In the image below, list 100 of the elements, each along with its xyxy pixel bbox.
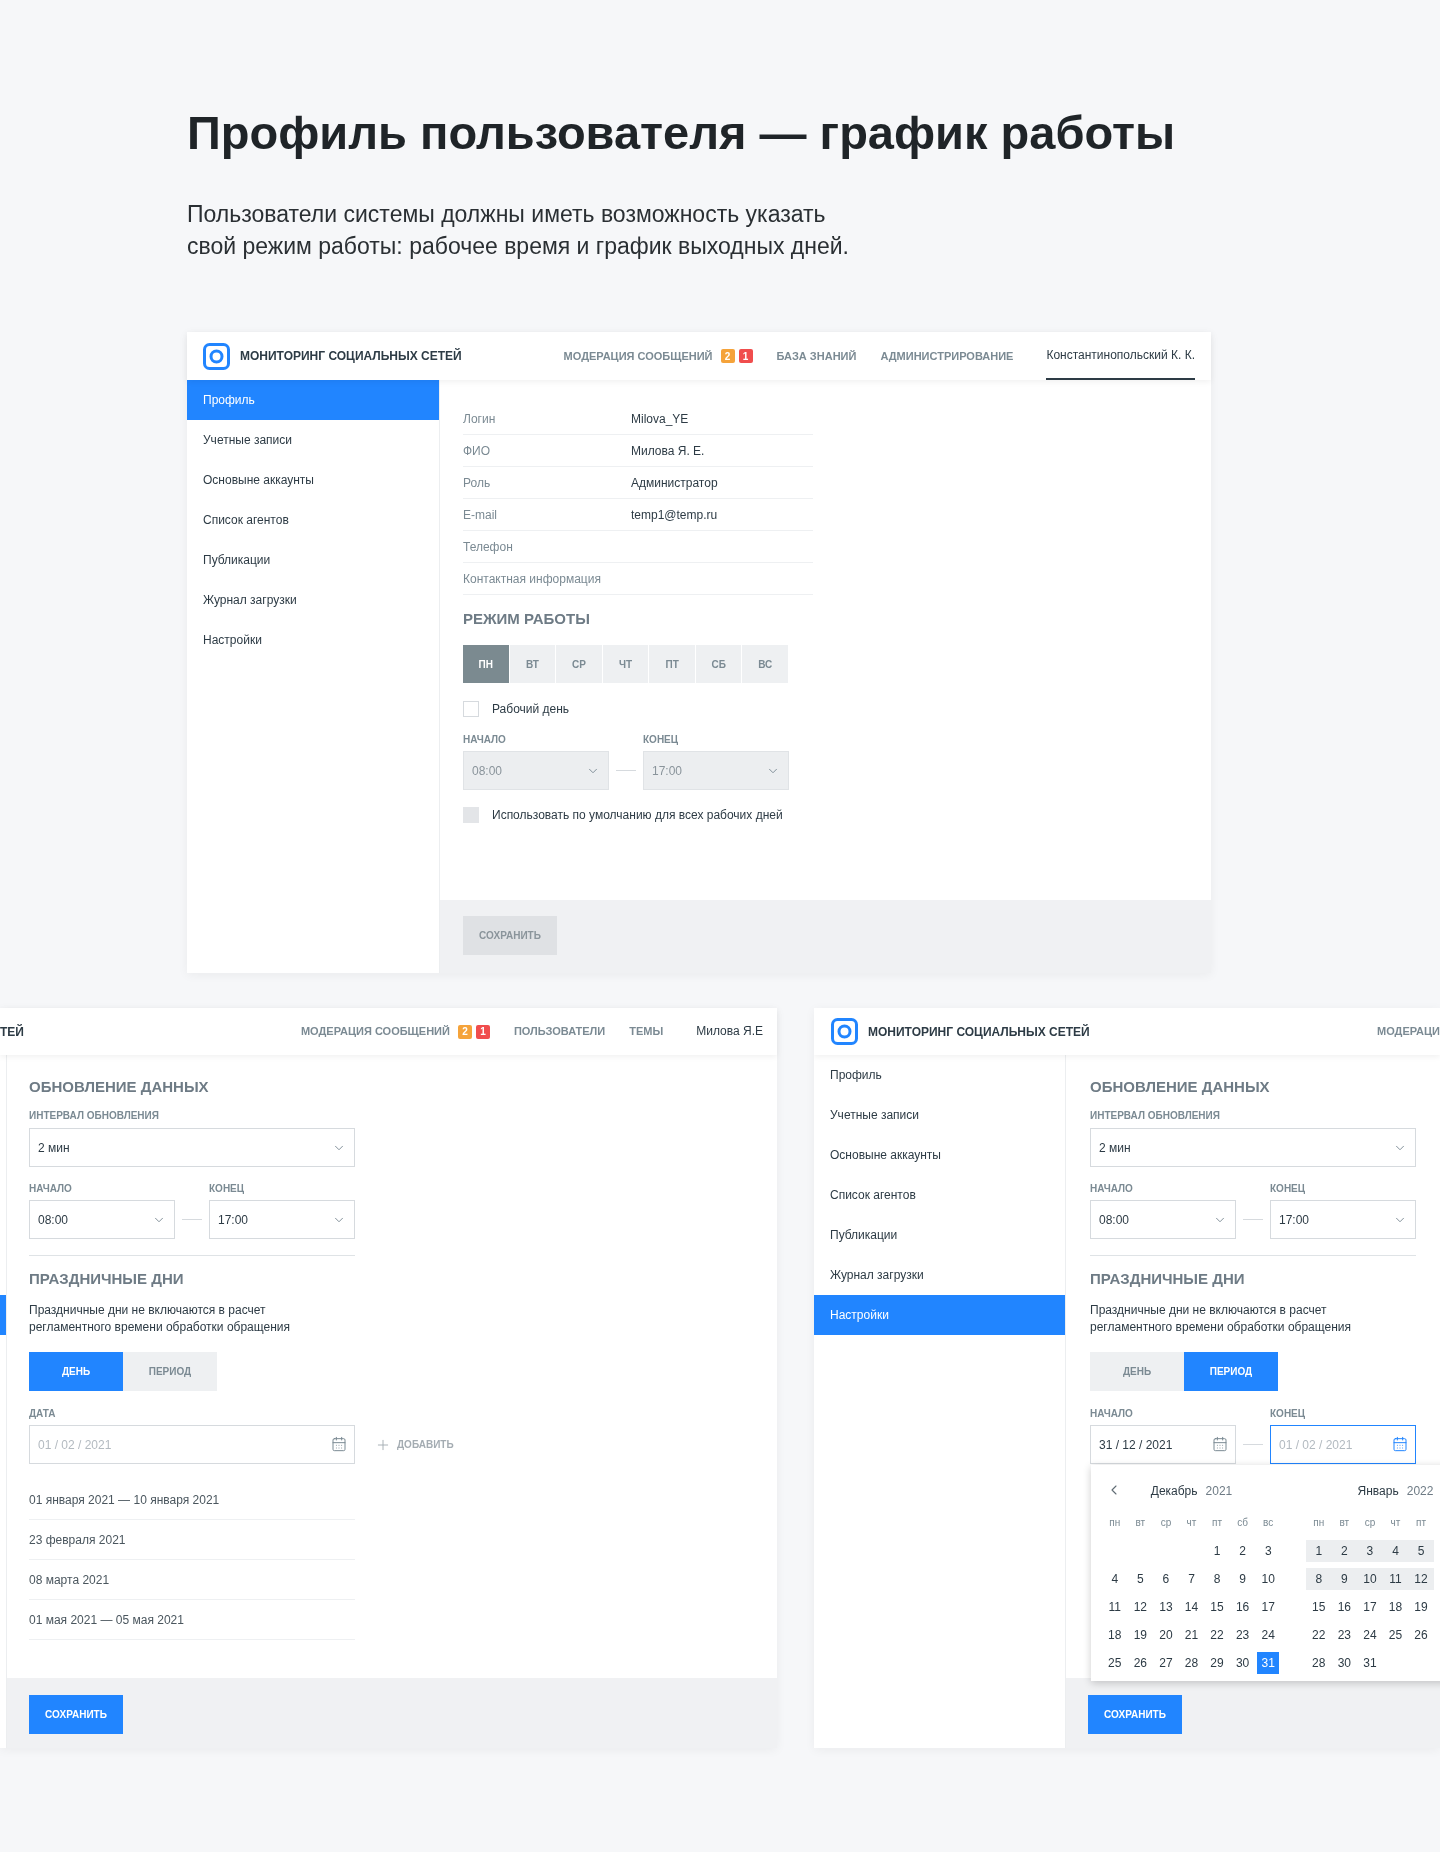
field-label: КОНЕЦ [643,734,680,746]
sidebar-item[interactable]: Настройки [814,1295,1065,1335]
field-label: НАЧАЛО [1090,1408,1134,1420]
sidebar-item[interactable]: Учетные записи [814,1095,1065,1135]
holiday-date: 08 марта 2021 [29,1571,110,1589]
calendar-day[interactable]: 11 [1103,1596,1126,1618]
sidebar-item[interactable]: Настройки [187,620,439,660]
sidebar-item[interactable]: Журнал загрузки [814,1255,1065,1295]
calendar-day[interactable]: 6 [1154,1568,1177,1590]
calendar-day[interactable]: 17 [1358,1596,1381,1618]
calendar-day[interactable]: 16 [1231,1596,1254,1618]
calendar-day[interactable]: 8 [1307,1568,1330,1590]
time-select[interactable]: 08:00 [29,1200,175,1239]
sidebar-item[interactable]: Журнал загрузки [187,580,439,620]
nav-link[interactable]: ПОЛЬЗОВАТЕЛИ [513,1023,606,1040]
calendar-day[interactable]: 13 [1154,1596,1177,1618]
field-label: E-mail [463,506,498,524]
calendar-day[interactable]: 26 [1410,1624,1433,1646]
calendar-day[interactable]: 3 [1358,1540,1381,1562]
calendar-day[interactable]: 2 [1333,1540,1356,1562]
calendar-day[interactable]: 17 [1257,1596,1280,1618]
time-select[interactable]: 17:00 [209,1200,355,1239]
nav-link[interactable]: БАЗА ЗНАНИЙ [776,347,857,365]
calendar-day[interactable]: 11 [1384,1568,1407,1590]
calendar-day[interactable]: 5 [1129,1568,1152,1590]
sidebar-item[interactable]: Основыне аккаунты [187,460,439,500]
weekday-label: пт [1211,1516,1224,1530]
sidebar-item[interactable]: Учетные записи [187,420,439,460]
calendar-day[interactable]: 28 [1307,1652,1330,1674]
calendar-day[interactable]: 10 [1257,1568,1280,1590]
calendar-day[interactable]: 28 [1180,1652,1203,1674]
calendar-day[interactable]: 26 [1129,1652,1152,1674]
calendar-day[interactable]: 24 [1358,1624,1381,1646]
mode-tab[interactable]: ДЕНЬ [29,1352,123,1391]
nav-link[interactable]: ТЕМЫ [629,1023,664,1040]
interval-select[interactable]: 2 мин [1090,1128,1416,1167]
calendar-day[interactable]: 4 [1103,1568,1126,1590]
save-button[interactable]: СОХРАНИТЬ [1088,1695,1182,1734]
calendar-day[interactable]: 15 [1307,1596,1330,1618]
calendar-day[interactable]: 31 [1358,1652,1381,1674]
sidebar-item[interactable]: Публикации [187,540,439,580]
sidebar-item[interactable]: Профиль [187,380,439,420]
calendar-day[interactable]: 1 [1206,1540,1229,1562]
calendar-day[interactable]: 25 [1103,1652,1126,1674]
calendar-day[interactable]: 14 [1180,1596,1203,1618]
calendar-day[interactable]: 4 [1384,1540,1407,1562]
calendar-day[interactable]: 5 [1410,1540,1433,1562]
calendar-day[interactable]: 7 [1180,1568,1203,1590]
save-button[interactable]: СОХРАНИТЬ [29,1695,123,1734]
calendar-day[interactable]: 12 [1410,1568,1433,1590]
weekday-tab[interactable]: ПН [463,645,510,683]
checkbox[interactable] [463,701,479,717]
user-menu[interactable]: Константинопольский К. К. [1046,332,1195,380]
time-select[interactable]: 08:00 [1090,1200,1236,1239]
calendar-day[interactable]: 19 [1129,1624,1152,1646]
calendar-day[interactable]: 9 [1231,1568,1254,1590]
calendar-day[interactable]: 30 [1333,1652,1356,1674]
time-select[interactable]: 17:00 [1270,1200,1416,1239]
calendar-day[interactable]: 23 [1231,1624,1254,1646]
sidebar-item[interactable]: Профиль [814,1055,1065,1095]
nav-link[interactable]: МОДЕРАЦИЯ СООБЩЕНИЙ [563,347,713,365]
calendar-day[interactable]: 10 [1358,1568,1381,1590]
calendar-day[interactable]: 24 [1257,1624,1280,1646]
calendar-day[interactable]: 29 [1206,1652,1229,1674]
calendar-day[interactable]: 22 [1307,1624,1330,1646]
sidebar-item[interactable] [0,1295,6,1335]
calendar-day[interactable]: 19 [1410,1596,1433,1618]
calendar-day[interactable]: 18 [1103,1624,1126,1646]
interval-select[interactable]: 2 мин [29,1128,355,1167]
weekday-label: вс [1262,1516,1275,1530]
calendar-day[interactable]: 21 [1180,1624,1203,1646]
sidebar-item[interactable]: Список агентов [814,1175,1065,1215]
nav-link[interactable]: МОДЕРАЦИЯ СООБЩЕНИЙ [300,1023,450,1040]
sidebar-item[interactable]: Список агентов [187,500,439,540]
mode-tab[interactable]: ПЕРИОД [1184,1352,1278,1391]
calendar-day[interactable]: 15 [1206,1596,1229,1618]
sidebar-item[interactable]: Публикации [814,1215,1065,1255]
date-field[interactable]: 01 / 02 / 2021 [1270,1425,1416,1464]
calendar-day[interactable]: 8 [1206,1568,1229,1590]
calendar-day[interactable]: 27 [1154,1652,1177,1674]
calendar-day[interactable]: 30 [1231,1652,1254,1674]
calendar-day[interactable]: 1 [1307,1540,1330,1562]
calendar-day[interactable]: 2 [1231,1540,1254,1562]
weekday-label: ср [1159,1516,1173,1530]
nav-link[interactable]: АДМИНИСТРИРОВАНИЕ [880,347,1014,365]
calendar-day[interactable]: 12 [1129,1596,1152,1618]
calendar-day[interactable]: 23 [1333,1624,1356,1646]
calendar-day[interactable]: 31 [1257,1652,1280,1674]
nav-link[interactable]: МОДЕРАЦИ [1377,1023,1440,1040]
sidebar-item[interactable]: Основыне аккаунты [814,1135,1065,1175]
calendar-day[interactable]: 25 [1384,1624,1407,1646]
calendar-day[interactable]: 18 [1384,1596,1407,1618]
calendar-day[interactable]: 3 [1257,1540,1280,1562]
calendar-day[interactable]: 16 [1333,1596,1356,1618]
field-label: НАЧАЛО [1090,1183,1134,1195]
calendar-day[interactable]: 9 [1333,1568,1356,1590]
date-field[interactable]: 31 / 12 / 2021 [1090,1425,1236,1464]
user-menu[interactable]: Милова Я.Е [696,1008,763,1055]
calendar-day[interactable]: 20 [1154,1624,1177,1646]
calendar-day[interactable]: 22 [1206,1624,1229,1646]
